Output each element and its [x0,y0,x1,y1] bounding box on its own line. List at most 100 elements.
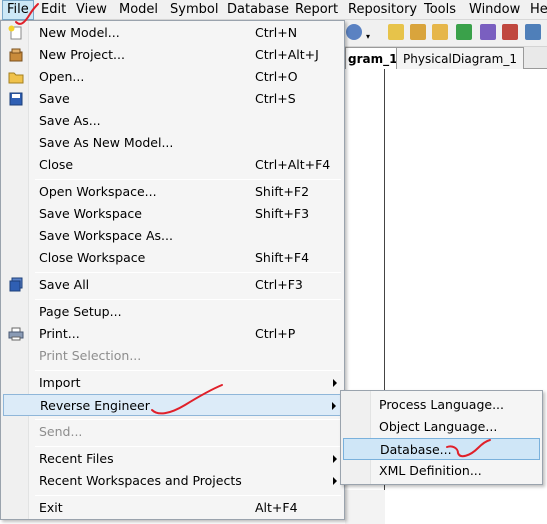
menu-separator [35,446,341,447]
submenu-item-label: Process Language... [379,397,504,412]
save-disk-icon [9,92,23,106]
toolbar-refresh-icon[interactable] [456,24,472,40]
submenu-item-process-language[interactable]: Process Language... [343,394,540,416]
toolbar-export-icon[interactable] [525,24,541,40]
menu-view[interactable]: View [72,0,111,20]
menu-item-save-workspace-as[interactable]: Save Workspace As... [3,225,343,247]
menu-item-shortcut: Ctrl+O [255,69,298,84]
menu-item-shortcut: Ctrl+F3 [255,277,303,292]
menu-file[interactable]: File [2,0,34,20]
menu-item-label: Print Selection... [39,348,142,363]
menu-item-label: Print... [39,326,80,341]
menu-item-recent-files[interactable]: Recent Files [3,448,343,470]
menu-item-label: Send... [39,424,83,439]
menu-item-save-all[interactable]: Save All Ctrl+F3 [3,274,343,296]
menu-item-save-as[interactable]: Save As... [3,110,343,132]
menu-item-close-workspace[interactable]: Close Workspace Shift+F4 [3,247,343,269]
menu-item-label: New Project... [39,47,125,62]
tab-physical-diagram-1[interactable]: PhysicalDiagram_1 [396,47,524,69]
menu-item-new-model[interactable]: New Model... Ctrl+N [3,22,343,44]
toolbar-dropdown-icon[interactable]: ▾ [366,32,370,41]
submenu-arrow-icon [332,402,336,410]
menu-item-label: Reverse Engineer [40,398,150,413]
menu-item-import[interactable]: Import [3,372,343,394]
menu-item-shortcut: Shift+F3 [255,206,310,221]
menu-database[interactable]: Database [223,0,293,20]
menu-item-label: Save Workspace [39,206,142,221]
menu-item-save-workspace[interactable]: Save Workspace Shift+F3 [3,203,343,225]
submenu-item-label: Object Language... [379,419,498,434]
menu-window[interactable]: Window [465,0,524,20]
menu-item-label: New Model... [39,25,120,40]
menu-item-label: Exit [39,500,63,515]
menu-separator [35,419,341,420]
menu-separator [35,370,341,371]
toolbar-check-icon[interactable] [480,24,496,40]
menu-item-print[interactable]: Print... Ctrl+P [3,323,343,345]
menu-item-label: Page Setup... [39,304,122,319]
menu-edit[interactable]: Edit [37,0,70,20]
menu-item-label: Save Workspace As... [39,228,173,243]
toolbar-report-icon[interactable] [502,24,518,40]
menu-item-label: Close Workspace [39,250,146,265]
menu-item-label: Recent Workspaces and Projects [39,473,242,488]
menu-item-recent-workspaces[interactable]: Recent Workspaces and Projects [3,470,343,492]
file-menu: New Model... Ctrl+N New Project... Ctrl+… [0,20,345,520]
menu-item-close[interactable]: Close Ctrl+Alt+F4 [3,154,343,176]
printer-icon [8,327,24,341]
menu-item-save-as-new-model[interactable]: Save As New Model... [3,132,343,154]
menu-item-label: Save As... [39,113,101,128]
open-folder-icon [8,72,24,84]
menu-help[interactable]: He [526,0,547,20]
menu-item-label: Recent Files [39,451,114,466]
menu-item-open[interactable]: Open... Ctrl+O [3,66,343,88]
menu-item-label: Open Workspace... [39,184,157,199]
menu-item-label: Import [39,375,81,390]
menu-separator [35,179,341,180]
submenu-item-object-language[interactable]: Object Language... [343,416,540,438]
toolbar-globe-icon[interactable] [346,24,362,40]
reverse-engineer-submenu: Process Language... Object Language... D… [340,390,543,485]
menu-model[interactable]: Model [115,0,162,20]
menu-symbol[interactable]: Symbol [166,0,222,20]
menu-item-shortcut: Ctrl+S [255,91,296,106]
submenu-item-label: Database... [380,442,452,457]
submenu-arrow-icon [333,379,337,387]
menu-item-reverse-engineer[interactable]: Reverse Engineer [3,394,343,416]
submenu-arrow-icon [333,455,337,463]
menu-separator [35,299,341,300]
toolbar-package-icon[interactable] [410,24,426,40]
menu-repository[interactable]: Repository [344,0,421,20]
canvas-scroll-area [345,490,385,524]
menu-item-new-project[interactable]: New Project... Ctrl+Alt+J [3,44,343,66]
menu-item-send: Send... [3,421,343,443]
menu-item-save[interactable]: Save Ctrl+S [3,88,343,110]
menu-item-label: Save All [39,277,90,292]
menu-item-shortcut: Shift+F4 [255,250,310,265]
submenu-item-label: XML Definition... [379,463,482,478]
menu-separator [35,495,341,496]
submenu-arrow-icon [333,477,337,485]
submenu-item-database[interactable]: Database... [343,438,540,460]
menu-item-shortcut: Ctrl+P [255,326,296,341]
menu-item-shortcut: Alt+F4 [255,500,298,515]
menu-report[interactable]: Report [291,0,342,20]
new-model-icon [8,25,22,40]
submenu-item-xml-definition[interactable]: XML Definition... [343,460,540,482]
menu-item-shortcut: Ctrl+Alt+F4 [255,157,331,172]
menu-item-open-workspace[interactable]: Open Workspace... Shift+F2 [3,181,343,203]
menu-item-page-setup[interactable]: Page Setup... [3,301,343,323]
new-project-icon [9,48,23,62]
save-all-icon [9,277,23,292]
toolbar-model-icon[interactable] [432,24,448,40]
menu-tools[interactable]: Tools [420,0,460,20]
menu-item-shortcut: Ctrl+N [255,25,298,40]
menu-item-label: Open... [39,69,85,84]
menu-item-label: Save As New Model... [39,135,174,150]
menu-separator [35,272,341,273]
menu-item-label: Save [39,91,70,106]
toolbar-folder-icon[interactable] [388,24,404,40]
menu-bar: File Edit View Model Symbol Database Rep… [0,0,547,20]
menu-item-exit[interactable]: Exit Alt+F4 [3,497,343,519]
menu-item-shortcut: Ctrl+Alt+J [255,47,319,62]
